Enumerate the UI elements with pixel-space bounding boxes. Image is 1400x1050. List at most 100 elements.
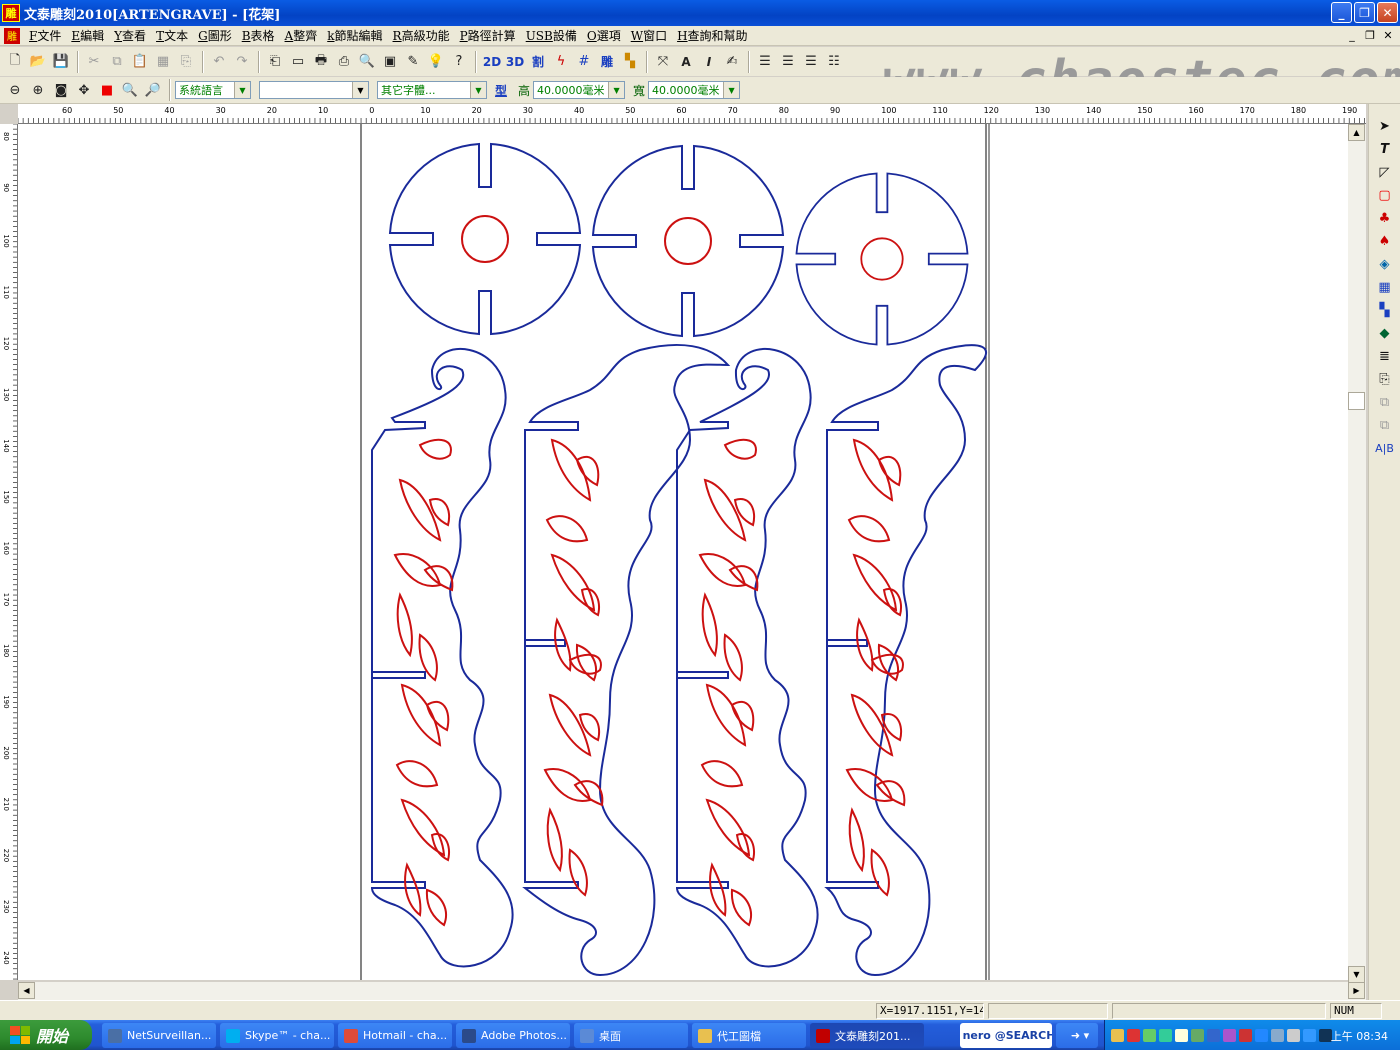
zoom-page-icon[interactable]: ◙	[50, 79, 72, 101]
skype-tray-icon[interactable]	[1303, 1028, 1316, 1042]
menu-item-1[interactable]: E編輯	[66, 27, 109, 44]
antivirus-icon[interactable]	[1127, 1028, 1140, 1042]
output-icon[interactable]: ▚	[619, 51, 641, 73]
menu-item-6[interactable]: A整齊	[280, 27, 323, 44]
menu-item-2[interactable]: Y查看	[109, 27, 151, 44]
device-icon[interactable]	[1207, 1028, 1220, 1042]
italic-icon[interactable]: I	[698, 51, 720, 73]
justify-icon[interactable]: ☷	[823, 51, 845, 73]
taskbar-item-2[interactable]: Hotmail - cha...	[338, 1023, 452, 1048]
menu-item-10[interactable]: USB設備	[521, 27, 582, 44]
drawing-canvas[interactable]	[18, 124, 1348, 980]
engrave-path-icon[interactable]: ϟ	[550, 51, 572, 73]
chevron-down-icon[interactable]: ▼	[608, 82, 625, 98]
taskbar-item-3[interactable]: Adobe Photos...	[456, 1023, 570, 1048]
paste-icon[interactable]: 📋	[129, 51, 151, 73]
menu-item-7[interactable]: k節點編輯	[322, 27, 387, 44]
fill-icon[interactable]: ♣	[1374, 208, 1396, 228]
palette-icon[interactable]: ▚	[1374, 300, 1396, 320]
menu-item-12[interactable]: W窗口	[626, 27, 672, 44]
menu-item-3[interactable]: T文本	[151, 27, 193, 44]
leg-piece-3[interactable]	[675, 347, 819, 968]
maximize-button[interactable]: ❐	[1354, 2, 1375, 23]
text-ab-icon[interactable]: A|B	[1374, 438, 1396, 458]
scroll-up-icon[interactable]: ▲	[1348, 124, 1365, 141]
width-input[interactable]: 40.0000毫米 ▼	[648, 81, 741, 99]
leg-piece-2[interactable]	[522, 344, 731, 977]
rectangle-tool-icon[interactable]: ▢	[1374, 185, 1396, 205]
help-icon[interactable]: ?	[448, 51, 470, 73]
other-font-select[interactable]: 其它字體... ▼	[377, 81, 487, 99]
disc-piece-3[interactable]	[795, 172, 969, 346]
taskbar-item-5[interactable]: 代工圖檔	[692, 1023, 806, 1048]
color-icon[interactable]: ■	[96, 79, 118, 101]
horizontal-scrollbar[interactable]: ◀ ▶	[18, 982, 1366, 1000]
engrave-button[interactable]: 雕	[596, 51, 618, 73]
nero-search-box[interactable]: nero @SEARCH	[960, 1023, 1052, 1048]
height-input[interactable]: 40.0000毫米 ▼	[533, 81, 626, 99]
menu-item-5[interactable]: B表格	[237, 27, 280, 44]
paste-special-icon[interactable]: ▦	[152, 51, 174, 73]
menu-item-0[interactable]: F文件	[24, 27, 66, 44]
align-left-icon[interactable]: ☰	[754, 51, 776, 73]
chevron-down-icon[interactable]: ▼	[352, 82, 368, 98]
volume-icon[interactable]	[1239, 1028, 1252, 1042]
close-button[interactable]: ✕	[1377, 2, 1398, 23]
scroll-down-icon[interactable]: ▼	[1348, 966, 1365, 983]
doc-restore-icon[interactable]: ❐	[1362, 28, 1378, 42]
language-select[interactable]: 系統語言 ▼	[175, 81, 251, 99]
edit-text-icon[interactable]: ✍	[721, 51, 743, 73]
menu-item-4[interactable]: G圖形	[193, 27, 237, 44]
horizontal-ruler[interactable]: 60 50 40 30 20 10 0 10 20 30 40 50 60 70 80 90 100 110 120…	[18, 104, 1366, 124]
chevron-down-icon[interactable]: ▼	[470, 82, 486, 98]
menu-item-8[interactable]: R高級功能	[388, 27, 455, 44]
zoom-select-icon[interactable]: 🔍	[119, 79, 141, 101]
scroll-left-icon[interactable]: ◀	[18, 982, 35, 999]
menu-item-9[interactable]: P路徑計算	[455, 27, 521, 44]
align-right-icon[interactable]: ☰	[800, 51, 822, 73]
leg-piece-4[interactable]	[824, 344, 988, 977]
clone-icon[interactable]: ⎘	[175, 51, 197, 73]
messenger-icon[interactable]	[1175, 1028, 1188, 1042]
new-file-icon[interactable]: 🗋	[4, 51, 26, 73]
layer-icon[interactable]: ⧉	[1374, 392, 1396, 412]
undo-icon[interactable]: ↶	[208, 51, 230, 73]
bulb-icon[interactable]: 💡	[425, 51, 447, 73]
hatch-icon[interactable]: #	[573, 51, 595, 73]
print-icon[interactable]: 🖶	[310, 51, 332, 73]
vertical-scrollbar[interactable]: ▲ ▼	[1348, 124, 1366, 984]
leg-piece-1[interactable]	[370, 347, 514, 968]
scroll-right-icon[interactable]: ▶	[1348, 982, 1365, 999]
minimize-button[interactable]: _	[1331, 2, 1352, 23]
update-icon[interactable]	[1191, 1028, 1204, 1042]
network-icon[interactable]	[1143, 1028, 1156, 1042]
disc-piece-1[interactable]	[389, 143, 581, 335]
list-icon[interactable]: ≣	[1374, 346, 1396, 366]
vertical-ruler[interactable]: 80 90 100 110 120 130 140 150 160 170 180 190 200 210…	[0, 124, 18, 980]
go-arrow-icon[interactable]: ➜ ▾	[1056, 1023, 1098, 1048]
print-preview-icon[interactable]: 🔍	[356, 51, 378, 73]
type-button[interactable]: 型	[495, 82, 507, 99]
select-arrow-icon[interactable]: ➤	[1374, 116, 1396, 136]
disc-piece-2[interactable]	[592, 145, 784, 337]
align-center-icon[interactable]: ☰	[777, 51, 799, 73]
wifi-icon[interactable]	[1159, 1028, 1172, 1042]
text-frame-icon[interactable]: A	[675, 51, 697, 73]
menu-item-13[interactable]: H查詢和幫助	[672, 27, 752, 44]
zoom-in-icon[interactable]: ⊕	[27, 79, 49, 101]
zoom-out-icon[interactable]: ⊖	[4, 79, 26, 101]
bluetooth-icon[interactable]	[1255, 1028, 1268, 1042]
zoom-all-icon[interactable]: 🔎	[142, 79, 164, 101]
scroll-thumb[interactable]	[1348, 392, 1365, 410]
pan-icon[interactable]: ✥	[73, 79, 95, 101]
view-3d-button[interactable]: 3D	[504, 51, 526, 73]
shape-tool-icon[interactable]: ◈	[1374, 254, 1396, 274]
doc-minimize-icon[interactable]: _	[1344, 28, 1360, 42]
doc-icon[interactable]: 雕	[4, 27, 20, 44]
redo-icon[interactable]: ↷	[231, 51, 253, 73]
layer2-icon[interactable]: ⧉	[1374, 415, 1396, 435]
font-select[interactable]: ▼	[259, 81, 369, 99]
lock-icon[interactable]	[1287, 1028, 1300, 1042]
app-icon[interactable]: 雕	[2, 4, 20, 22]
view-2d-button[interactable]: 2D	[481, 51, 503, 73]
